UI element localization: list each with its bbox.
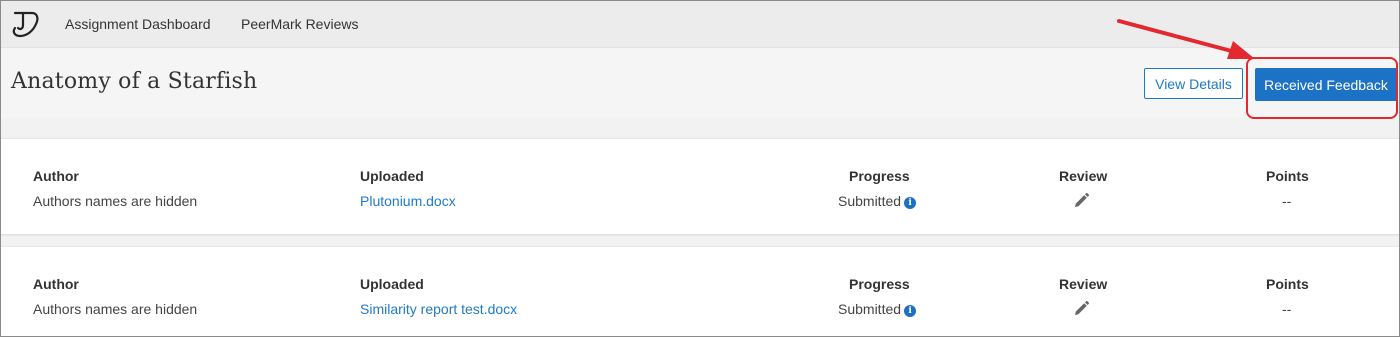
points-value: --: [1282, 193, 1292, 209]
pencil-icon[interactable]: [1072, 192, 1090, 210]
column-header-uploaded: Uploaded: [360, 276, 424, 292]
progress-status: Submitted: [838, 301, 902, 317]
column-header-author: Author: [33, 168, 79, 184]
submission-card: Author Authors names are hidden Uploaded…: [1, 138, 1399, 235]
page-title: Anatomy of a Starfish: [11, 69, 258, 94]
nav-assignment-dashboard[interactable]: Assignment Dashboard: [65, 16, 211, 32]
points-value: --: [1282, 301, 1292, 317]
info-icon[interactable]: i: [904, 197, 917, 209]
app-window: Assignment Dashboard PeerMark Reviews An…: [0, 0, 1400, 337]
progress-value: Submitted i: [838, 193, 917, 209]
turnitin-logo-icon[interactable]: [10, 9, 40, 39]
progress-value: Submitted i: [838, 301, 917, 317]
author-value: Authors names are hidden: [33, 193, 198, 209]
uploaded-file-link[interactable]: Similarity report test.docx: [360, 301, 517, 317]
column-header-author: Author: [33, 276, 79, 292]
view-details-button[interactable]: View Details: [1144, 68, 1243, 99]
author-value: Authors names are hidden: [33, 301, 198, 317]
annotation-arrow: [1117, 19, 1255, 59]
annotation-highlight-box: [1246, 57, 1398, 119]
column-header-points: Points: [1266, 276, 1309, 292]
nav-peermark-reviews[interactable]: PeerMark Reviews: [241, 16, 358, 32]
column-header-points: Points: [1266, 168, 1309, 184]
pencil-icon[interactable]: [1072, 300, 1090, 318]
info-icon[interactable]: i: [904, 305, 917, 317]
column-header-review: Review: [1059, 276, 1108, 292]
column-header-uploaded: Uploaded: [360, 168, 424, 184]
column-header-progress: Progress: [849, 168, 910, 184]
progress-status: Submitted: [838, 193, 902, 209]
uploaded-file-link[interactable]: Plutonium.docx: [360, 193, 456, 209]
submission-card: Author Authors names are hidden Uploaded…: [1, 246, 1399, 336]
column-header-review: Review: [1059, 168, 1108, 184]
column-header-progress: Progress: [849, 276, 910, 292]
